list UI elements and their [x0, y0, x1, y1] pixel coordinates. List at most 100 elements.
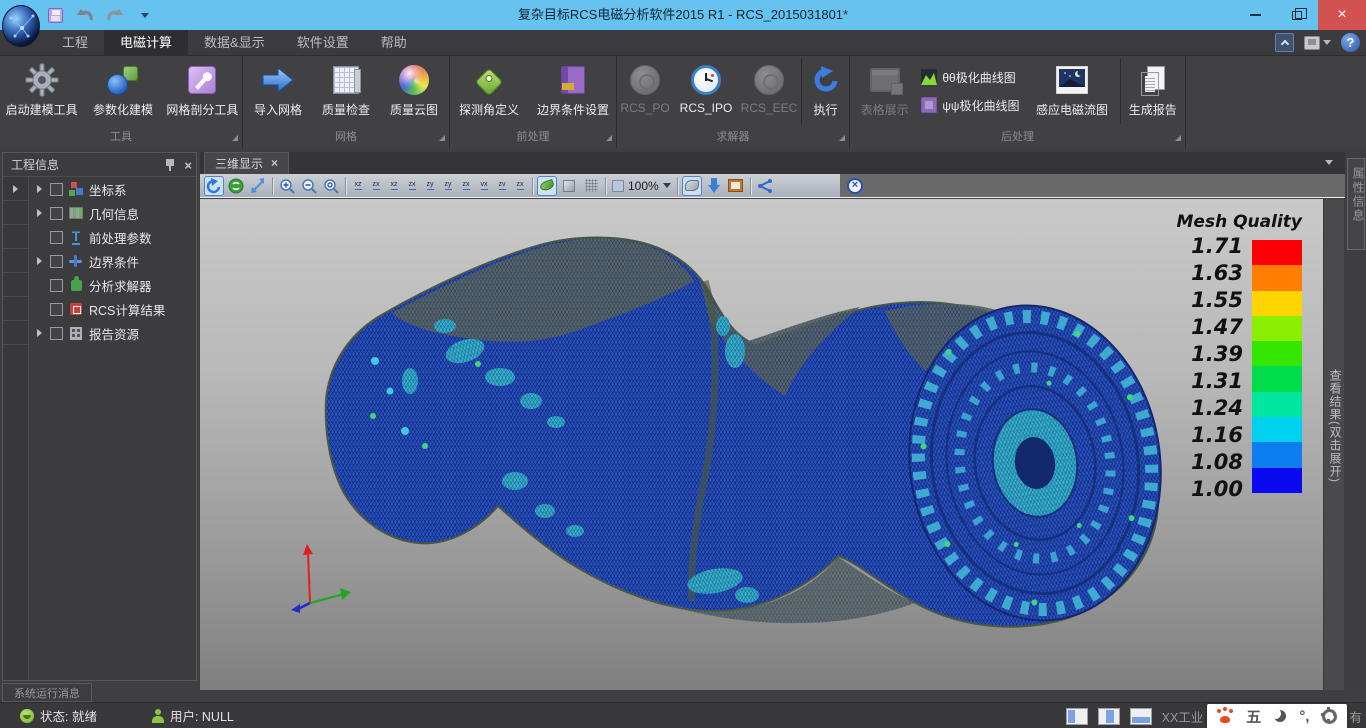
mesh-partition-tool-button[interactable]: 网格剖分工具	[163, 58, 242, 124]
dialog-launcher-icon[interactable]	[839, 135, 845, 141]
view-orientation-button[interactable]: zv	[494, 176, 510, 196]
rcs-eec-button[interactable]: RCS_EEC	[739, 58, 799, 124]
ime-halfwidth-moon-icon[interactable]	[1274, 710, 1286, 722]
properties-side-tab[interactable]: 属性信息	[1347, 158, 1365, 250]
expander[interactable]	[33, 185, 45, 193]
pan-zoom-button[interactable]	[248, 176, 268, 196]
close-overlay-button[interactable]: ×	[845, 176, 865, 196]
zoom-fit-button[interactable]	[321, 176, 341, 196]
view-orientation-button[interactable]: vx	[476, 176, 492, 196]
system-message-tab[interactable]: 系统运行消息	[2, 683, 92, 702]
expander[interactable]	[33, 257, 45, 265]
image-capture-button[interactable]	[726, 176, 746, 196]
view-orientation-button[interactable]: zx	[458, 176, 474, 196]
view-orientation-button[interactable]: zy	[440, 176, 456, 196]
tab-em-computation[interactable]: 电磁计算	[104, 30, 188, 56]
import-mesh-button[interactable]: 导入网格	[245, 58, 311, 124]
share-view-button[interactable]	[755, 176, 775, 196]
checkbox[interactable]	[50, 255, 63, 268]
export-view-button[interactable]	[704, 176, 724, 196]
tree-item-rcs-results[interactable]: RCS计算结果	[29, 297, 196, 321]
launch-modeling-tool-button[interactable]: 启动建模工具	[0, 58, 83, 124]
layout-bottom-panel-button[interactable]	[1130, 708, 1152, 725]
tree-item-preprocess-params[interactable]: T 前处理参数	[29, 225, 196, 249]
layout-center-panel-button[interactable]	[1098, 708, 1120, 725]
minimize-button[interactable]	[1234, 0, 1276, 30]
expander[interactable]	[33, 329, 45, 337]
table-display-button[interactable]: 表格展示	[850, 58, 919, 124]
button-label: 探测角定义	[459, 101, 519, 118]
tree-item-geometry-info[interactable]: 几何信息	[29, 201, 196, 225]
checkbox[interactable]	[50, 183, 63, 196]
menu-bar: 工程 电磁计算 数据&显示 软件设置 帮助 ?	[0, 30, 1366, 56]
zoom-out-button[interactable]	[299, 176, 319, 196]
expander[interactable]	[33, 209, 45, 217]
tree-item-coordinate-system[interactable]: 坐标系	[29, 177, 196, 201]
view-orientation-button[interactable]: xz	[350, 176, 366, 196]
tab-3d-display[interactable]: 三维显示 ×	[204, 152, 289, 174]
checkbox[interactable]	[50, 303, 63, 316]
rotate-view-button[interactable]	[204, 176, 224, 196]
layout-left-panel-button[interactable]	[1066, 708, 1088, 725]
generate-report-button[interactable]: 生成报告	[1120, 58, 1185, 124]
silhouette-mode-button[interactable]	[682, 176, 702, 196]
quality-check-button[interactable]: 质量检查	[313, 58, 379, 124]
view-orientation-button[interactable]: zx	[404, 176, 420, 196]
tree-item-boundary-condition[interactable]: 边界条件	[29, 249, 196, 273]
checkbox[interactable]	[50, 279, 63, 292]
zoom-in-button[interactable]	[277, 176, 297, 196]
induced-current-map-button[interactable]: 感应电磁流图	[1026, 58, 1117, 124]
close-icon[interactable]: ×	[184, 159, 192, 172]
pin-icon[interactable]	[166, 159, 174, 171]
dialog-launcher-icon[interactable]	[606, 135, 612, 141]
ime-mode-button[interactable]: 五	[1246, 706, 1261, 727]
3d-viewport[interactable]: Mesh Quality 1.711.631.551.471.391.311.2…	[200, 199, 1323, 690]
close-button[interactable]: ×	[1318, 0, 1366, 30]
app-logo-icon[interactable]	[2, 5, 40, 47]
tab-list-dropdown-icon[interactable]	[1325, 160, 1333, 165]
window-style-button[interactable]	[1304, 36, 1331, 50]
tab-software-settings[interactable]: 软件设置	[281, 30, 365, 56]
flat-shade-button[interactable]	[559, 176, 579, 196]
tab-data-display[interactable]: 数据&显示	[188, 30, 281, 56]
zoom-percent-control[interactable]: 100%	[612, 179, 671, 193]
view-orientation-button[interactable]: zy	[422, 176, 438, 196]
view-orientation-button[interactable]: xz	[386, 176, 402, 196]
tab-help[interactable]: 帮助	[365, 30, 423, 56]
grid-toggle-button[interactable]	[581, 176, 601, 196]
chevron-right-icon[interactable]	[13, 185, 18, 193]
ime-punctuation-button[interactable]: °,	[1299, 708, 1309, 725]
results-side-tab[interactable]: 查看结果(双击展开)	[1323, 199, 1344, 690]
dialog-launcher-icon[interactable]	[1175, 135, 1181, 141]
view-orientation-button[interactable]: zx	[368, 176, 384, 196]
checkbox[interactable]	[50, 327, 63, 340]
close-tab-icon[interactable]: ×	[271, 157, 278, 170]
tree-item-analysis-solver[interactable]: 分析求解器	[29, 273, 196, 297]
psi-polarization-curve-button[interactable]: ψψ极化曲线图	[921, 93, 1024, 117]
probe-angle-button[interactable]: 探测角定义	[450, 58, 528, 124]
help-button[interactable]: ?	[1341, 33, 1360, 52]
dialog-launcher-icon[interactable]	[232, 135, 238, 141]
dialog-launcher-icon[interactable]	[439, 135, 445, 141]
tab-project[interactable]: 工程	[46, 30, 104, 56]
smooth-shade-button[interactable]	[537, 176, 557, 196]
execute-button[interactable]: 执行	[801, 58, 849, 124]
theta-polarization-curve-button[interactable]: θθ极化曲线图	[921, 65, 1024, 89]
restore-button[interactable]	[1276, 0, 1318, 30]
rcs-ipo-button[interactable]: RCS_IPO	[675, 58, 737, 124]
ime-logo-paw-icon[interactable]	[1217, 709, 1233, 723]
tree-item-report-resources[interactable]: 报告资源	[29, 321, 196, 345]
view-orientation-button[interactable]: zx	[512, 176, 528, 196]
refresh-view-button[interactable]	[226, 176, 246, 196]
ime-settings-gear-icon[interactable]	[1322, 709, 1337, 724]
meshed-3d-model[interactable]	[315, 231, 1175, 631]
collapse-ribbon-button[interactable]	[1275, 33, 1294, 52]
axis-letters-icon: zx	[517, 181, 524, 190]
boundary-condition-button[interactable]: 边界条件设置	[530, 58, 616, 124]
rcs-po-button[interactable]: RCS_PO	[617, 58, 673, 124]
checkbox[interactable]	[50, 207, 63, 220]
ime-toolbar[interactable]: 五 °,	[1207, 704, 1347, 728]
parametric-modeling-button[interactable]: 参数化建模	[85, 58, 160, 124]
checkbox[interactable]	[50, 231, 63, 244]
quality-cloud-button[interactable]: 质量云图	[381, 58, 447, 124]
